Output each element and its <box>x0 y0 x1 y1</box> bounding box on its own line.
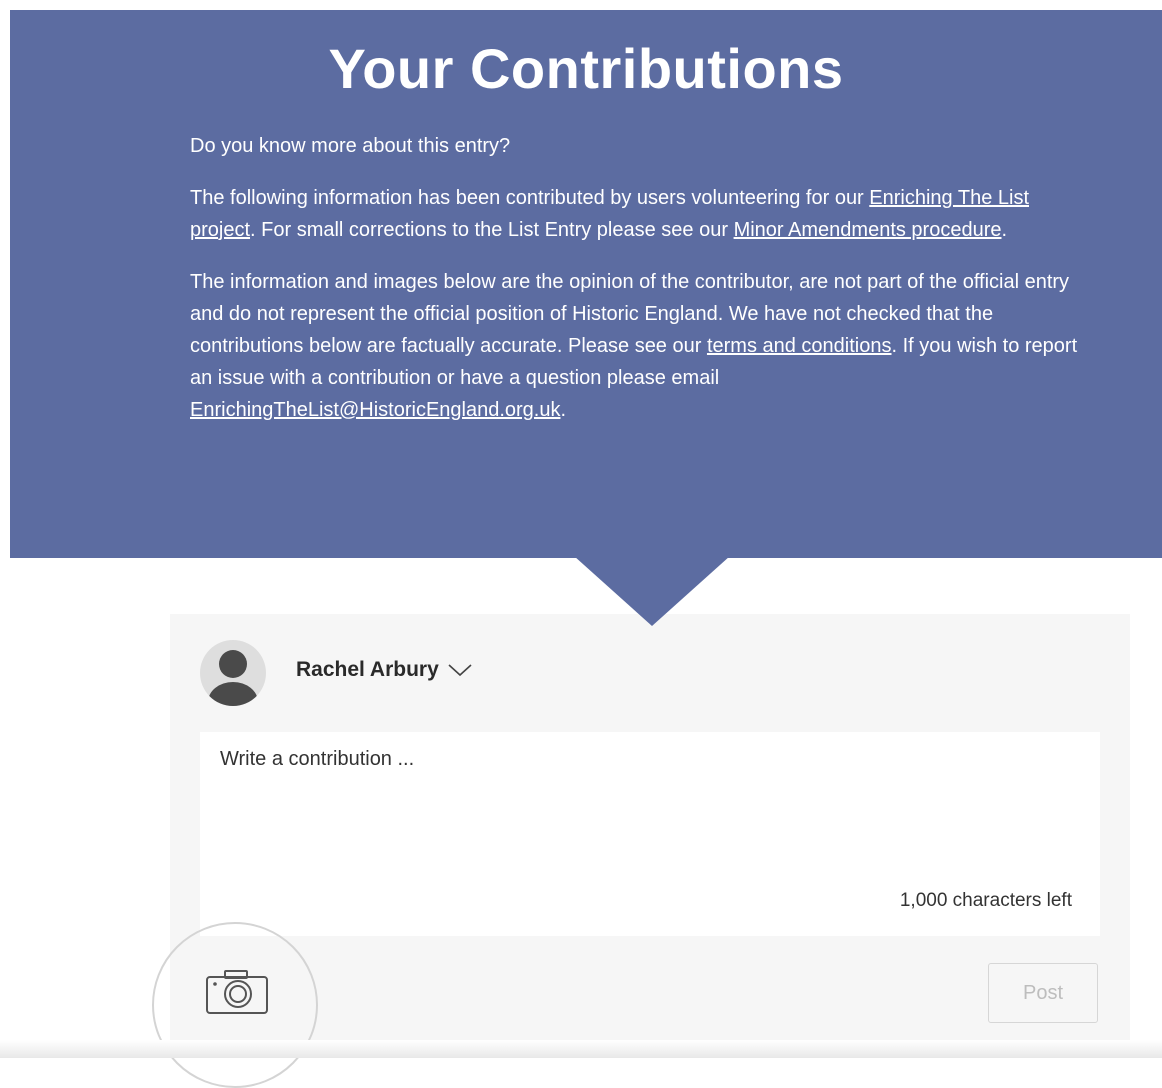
intro-text: Do you know more about this entry? The f… <box>190 130 1100 446</box>
header-pointer <box>574 556 730 626</box>
contributions-header: Your Contributions Do you know more abou… <box>10 10 1162 558</box>
contribution-textarea[interactable]: Write a contribution ... 1,000 character… <box>200 732 1100 936</box>
post-button[interactable]: Post <box>988 963 1098 1023</box>
minor-amendments-link[interactable]: Minor Amendments procedure <box>734 219 1002 241</box>
intro-paragraph-disclaimer: The information and images below are the… <box>190 271 1078 421</box>
email-link[interactable]: EnrichingTheList@HistoricEngland.org.uk <box>190 399 560 421</box>
contribution-placeholder: Write a contribution ... <box>220 748 415 770</box>
bottom-edge <box>0 1040 1162 1058</box>
characters-left-counter: 1,000 characters left <box>899 890 1072 911</box>
chevron-down-icon[interactable] <box>447 662 473 678</box>
intro-question: Do you know more about this entry? <box>190 135 511 157</box>
intro-paragraph-project: The following information has been contr… <box>190 187 1029 241</box>
page-title: Your Contributions <box>328 37 844 100</box>
user-name: Rachel Arbury <box>296 658 439 681</box>
user-menu[interactable]: Rachel Arbury <box>296 658 473 682</box>
user-avatar-icon <box>200 640 266 706</box>
camera-icon[interactable] <box>205 967 269 1022</box>
terms-and-conditions-link[interactable]: terms and conditions <box>707 335 892 357</box>
